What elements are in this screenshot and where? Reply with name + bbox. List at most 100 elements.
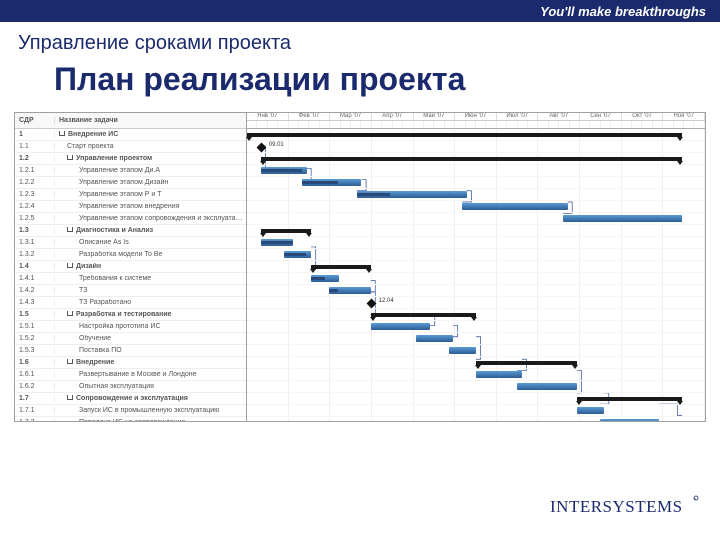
month-header: Янв '07 <box>247 113 289 120</box>
milestone-label: 09.01 <box>269 142 284 148</box>
week-cell <box>653 121 663 128</box>
table-row: 1.3.1Описание As Is <box>15 237 246 249</box>
table-row: 1.3.2Разработка модели To Be <box>15 249 246 261</box>
table-row: 1.7.1Запуск ИС в промышленную эксплуатац… <box>15 405 246 417</box>
chart-row: 09.01 <box>247 141 705 153</box>
week-cell <box>590 121 600 128</box>
name-cell: Развертывание в Москве и Лондоне <box>55 371 246 378</box>
wbs-cell: 1.4.2 <box>15 287 55 294</box>
task-bar <box>311 275 338 282</box>
week-cell <box>341 121 351 128</box>
name-cell: Обучение <box>55 335 246 342</box>
week-cell <box>424 121 434 128</box>
task-bar <box>563 215 682 222</box>
week-cell <box>476 121 486 128</box>
name-cell: ТЗ Разработано <box>55 299 246 306</box>
wbs-cell: 1.7.1 <box>15 407 55 414</box>
subtitle: Управление сроками проекта <box>18 32 720 55</box>
chart-row <box>247 357 705 369</box>
week-cell <box>497 121 507 128</box>
page-title: План реализации проекта <box>54 61 720 98</box>
chart-row <box>247 369 705 381</box>
name-cell: Управление этапом внедрения <box>55 203 246 210</box>
summary-bar <box>577 397 682 401</box>
table-row: 1.7Сопровождение и эксплуатация <box>15 393 246 405</box>
week-cell <box>663 121 673 128</box>
name-cell: Управление этапом Р и Т <box>55 191 246 198</box>
name-cell: Описание As Is <box>55 239 246 246</box>
summary-bar <box>261 229 311 233</box>
wbs-cell: 1.1 <box>15 143 55 150</box>
week-cell <box>320 121 330 128</box>
chart-row <box>247 321 705 333</box>
table-row: 1.4.2ТЗ <box>15 285 246 297</box>
week-cell <box>559 121 569 128</box>
week-cell <box>486 121 496 128</box>
table-row: 1.2Управление проектом <box>15 153 246 165</box>
name-cell: Передача ИС на сопровождение <box>55 419 246 422</box>
collapse-icon <box>67 155 73 160</box>
week-cell <box>694 121 704 128</box>
week-cell <box>414 121 424 128</box>
wbs-cell: 1.2.2 <box>15 179 55 186</box>
name-cell: Опытная эксплуатация <box>55 383 246 390</box>
summary-bar <box>247 133 682 137</box>
chart-row <box>247 225 705 237</box>
name-cell: Сопровождение и эксплуатация <box>55 395 246 402</box>
col-header-name: Название задачи <box>55 117 246 124</box>
wbs-cell: 1.4 <box>15 263 55 270</box>
week-cell <box>538 121 548 128</box>
task-bar <box>302 179 362 186</box>
month-header: Июл '07 <box>497 113 539 120</box>
chart-row <box>247 381 705 393</box>
wbs-cell: 1.5.2 <box>15 335 55 342</box>
week-cell <box>674 121 684 128</box>
gantt-chart: СДР Название задачи 1Внедрение ИС1.1Стар… <box>14 112 706 422</box>
chart-row <box>247 201 705 213</box>
table-row: 1.4.3ТЗ Разработано <box>15 297 246 309</box>
table-row: 1.6.2Опытная эксплуатация <box>15 381 246 393</box>
week-cell <box>684 121 694 128</box>
month-header: Сен '07 <box>580 113 622 120</box>
table-row: 1.3Диагностика и Анализ <box>15 225 246 237</box>
task-bar <box>416 335 453 342</box>
name-cell: Требования к системе <box>55 275 246 282</box>
chart-row <box>247 393 705 405</box>
chart-row <box>247 273 705 285</box>
svg-text:R: R <box>694 497 697 501</box>
week-cell <box>247 121 257 128</box>
name-cell: Настройка прототипа ИС <box>55 323 246 330</box>
col-header-wbs: СДР <box>15 117 55 124</box>
collapse-icon <box>67 227 73 232</box>
table-row: 1.2.3Управление этапом Р и Т <box>15 189 246 201</box>
month-header: Окт '07 <box>622 113 664 120</box>
week-cell <box>632 121 642 128</box>
week-cell <box>642 121 652 128</box>
week-cell <box>601 121 611 128</box>
week-cell <box>393 121 403 128</box>
table-row: 1.2.5Управление этапом сопровождения и э… <box>15 213 246 225</box>
name-cell: Дизайн <box>55 263 246 270</box>
svg-text:INTERSYSTEMS: INTERSYSTEMS <box>550 497 683 516</box>
task-bar <box>449 347 476 354</box>
chart-row <box>247 189 705 201</box>
chart-row <box>247 129 705 141</box>
task-bar <box>517 383 577 390</box>
task-bar <box>329 287 370 294</box>
name-cell: Внедрение <box>55 359 246 366</box>
wbs-cell: 1.2.1 <box>15 167 55 174</box>
name-cell: ТЗ <box>55 287 246 294</box>
table-row: 1Внедрение ИС <box>15 129 246 141</box>
month-header: Апр '07 <box>372 113 414 120</box>
wbs-cell: 1.6.2 <box>15 383 55 390</box>
name-cell: Управление этапом сопровождения и эксплу… <box>55 215 246 222</box>
task-bar <box>371 323 431 330</box>
task-bar <box>600 419 660 422</box>
week-cell <box>403 121 413 128</box>
week-cell <box>455 121 465 128</box>
collapse-icon <box>67 359 73 364</box>
week-cell <box>570 121 580 128</box>
week-cell <box>466 121 476 128</box>
week-cell <box>299 121 309 128</box>
chart-row: 12.04 <box>247 297 705 309</box>
